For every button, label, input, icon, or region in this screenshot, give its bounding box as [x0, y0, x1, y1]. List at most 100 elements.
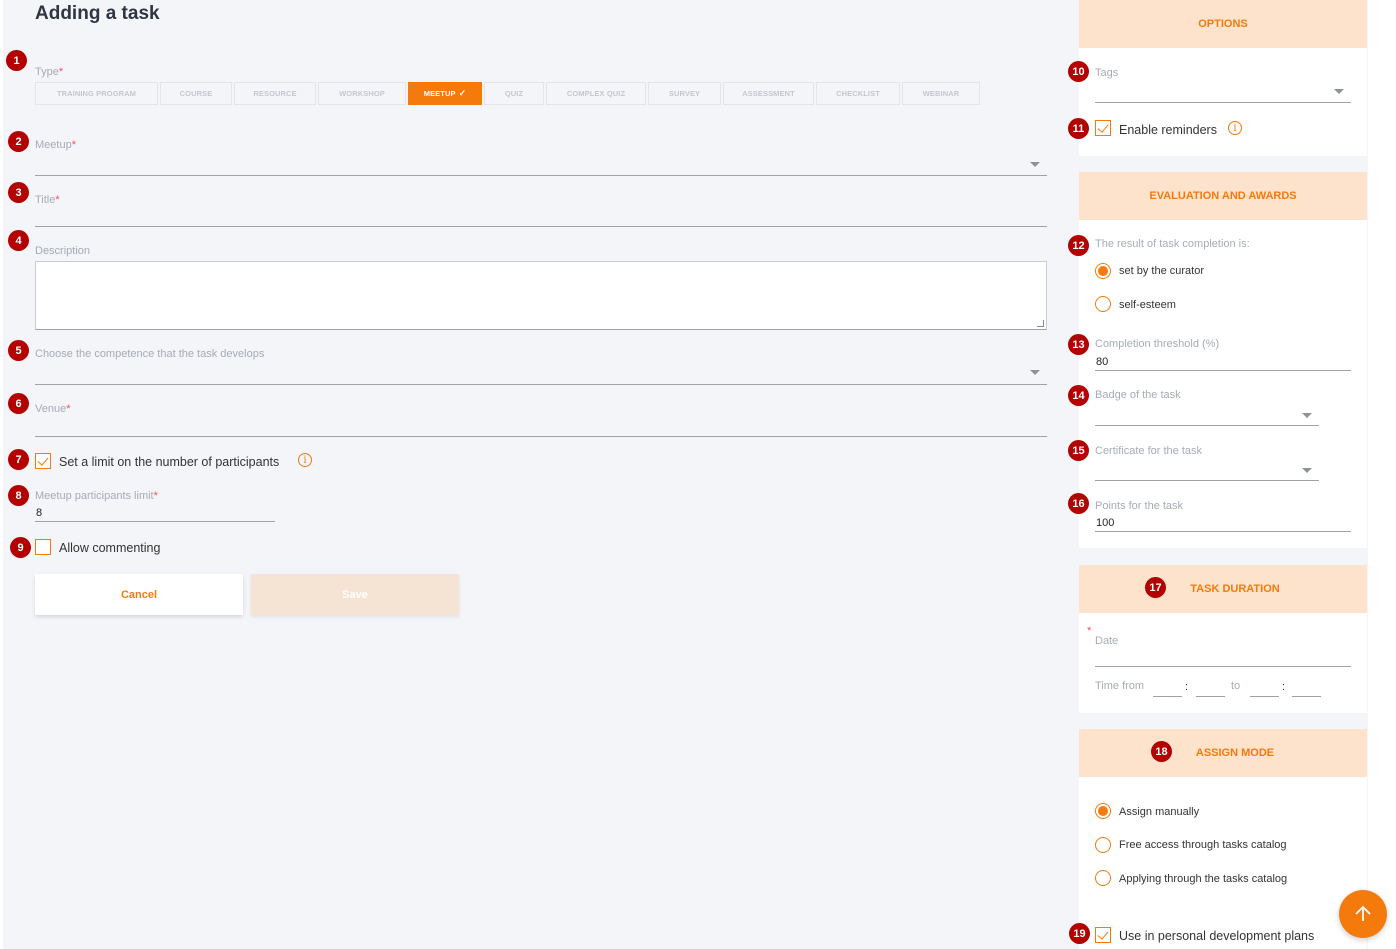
type-assessment[interactable]: ASSESSMENT	[723, 82, 814, 105]
points-underline	[1095, 531, 1351, 532]
allow-commenting-checkbox[interactable]	[35, 539, 51, 555]
date-input[interactable]	[1095, 666, 1351, 667]
marker-7: 7	[8, 449, 29, 470]
certificate-select[interactable]	[1095, 480, 1319, 481]
description-textarea[interactable]	[35, 261, 1047, 330]
save-button[interactable]: Save	[251, 574, 459, 615]
points-input[interactable]: 100	[1096, 517, 1114, 529]
marker-11: 11	[1068, 118, 1089, 139]
date-required-mark: *	[1087, 625, 1092, 637]
assign-applying-radio[interactable]	[1095, 870, 1111, 886]
time-to-minutes[interactable]	[1292, 696, 1321, 697]
info-icon[interactable]: i	[1228, 121, 1242, 135]
pdp-label: Use in personal development plans	[1119, 929, 1315, 943]
time-to-hours[interactable]	[1250, 696, 1279, 697]
marker-13: 13	[1068, 334, 1089, 355]
assign-free-access-label: Free access through tasks catalog	[1119, 839, 1287, 851]
result-curator-radio[interactable]	[1095, 263, 1111, 279]
assign-header: ASSIGN MODE	[1079, 729, 1367, 777]
reminders-label: Enable reminders	[1119, 123, 1217, 137]
result-self-esteem-label: self-esteem	[1119, 299, 1176, 311]
marker-2: 2	[8, 131, 29, 152]
marker-4: 4	[8, 230, 29, 251]
time-separator: :	[1185, 681, 1189, 693]
tags-label: Tags	[1095, 67, 1119, 79]
evaluation-panel	[1079, 172, 1367, 548]
meetup-label: Meetup*	[35, 139, 76, 151]
duration-header: TASK DURATION	[1079, 565, 1367, 613]
marker-3: 3	[8, 182, 29, 203]
title-label: Title*	[35, 194, 60, 206]
marker-19: 19	[1069, 923, 1090, 944]
description-label: Description	[35, 245, 91, 257]
type-survey[interactable]: SURVEY	[648, 82, 721, 105]
marker-16: 16	[1068, 493, 1089, 514]
evaluation-header: EVALUATION AND AWARDS	[1079, 172, 1367, 220]
venue-label: Venue*	[35, 403, 71, 415]
title-input[interactable]	[35, 226, 1047, 227]
info-icon[interactable]: i	[298, 453, 312, 467]
points-label: Points for the task	[1095, 500, 1184, 512]
chevron-down-icon[interactable]	[1030, 162, 1040, 167]
marker-1: 1	[6, 50, 27, 71]
time-from-minutes[interactable]	[1196, 696, 1225, 697]
time-separator: :	[1282, 681, 1286, 693]
resize-handle-icon[interactable]	[1037, 320, 1044, 327]
chevron-down-icon[interactable]	[1030, 370, 1040, 375]
limit-participants-label: Set a limit on the number of participant…	[59, 455, 280, 469]
competence-label: Choose the competence that the task deve…	[35, 348, 265, 360]
certificate-label: Certificate for the task	[1095, 445, 1202, 457]
participants-limit-label: Meetup participants limit*	[35, 490, 158, 502]
type-training-program[interactable]: TRAINING PROGRAM	[35, 82, 158, 105]
page-right-edge	[1368, 0, 1396, 949]
arrow-up-icon	[1355, 905, 1371, 921]
marker-5: 5	[8, 340, 29, 361]
options-header: OPTIONS	[1079, 0, 1367, 48]
marker-6: 6	[8, 393, 29, 414]
chevron-down-icon[interactable]	[1302, 413, 1312, 418]
marker-8: 8	[8, 485, 29, 506]
time-to-label: to	[1231, 680, 1241, 692]
type-quiz[interactable]: QUIZ	[484, 82, 544, 105]
result-label: The result of task completion is:	[1095, 238, 1250, 250]
page-title: Adding a task	[35, 3, 160, 24]
time-from-label: Time from	[1095, 680, 1145, 692]
date-label: Date	[1095, 635, 1119, 647]
type-course[interactable]: COURSE	[160, 82, 232, 105]
marker-15: 15	[1068, 440, 1089, 461]
threshold-input[interactable]: 80	[1096, 356, 1108, 368]
marker-18: 18	[1151, 741, 1172, 762]
badge-select[interactable]	[1095, 425, 1319, 426]
participants-limit-underline	[35, 521, 275, 522]
meetup-select[interactable]	[35, 175, 1047, 176]
type-complex-quiz[interactable]: COMPLEX QUIZ	[546, 82, 646, 105]
time-from-hours[interactable]	[1153, 696, 1182, 697]
assign-manually-radio[interactable]	[1095, 803, 1111, 819]
type-meetup[interactable]: MEETUP ✓	[408, 82, 482, 105]
chevron-down-icon[interactable]	[1302, 468, 1312, 473]
marker-9: 9	[10, 537, 31, 558]
scroll-top-button[interactable]	[1339, 890, 1387, 938]
limit-participants-checkbox[interactable]	[35, 453, 51, 469]
venue-input[interactable]	[35, 436, 1047, 437]
cancel-button[interactable]: Cancel	[35, 574, 243, 615]
type-webinar[interactable]: WEBINAR	[902, 82, 980, 105]
marker-12: 12	[1068, 235, 1089, 256]
reminders-checkbox[interactable]	[1095, 120, 1111, 136]
type-resource[interactable]: RESOURCE	[234, 82, 316, 105]
page-left-edge	[0, 0, 3, 949]
assign-applying-label: Applying through the tasks catalog	[1119, 873, 1288, 885]
type-checklist[interactable]: CHECKLIST	[816, 82, 900, 105]
threshold-underline	[1095, 370, 1351, 371]
marker-10: 10	[1068, 61, 1089, 82]
marker-17: 17	[1145, 577, 1166, 598]
pdp-checkbox[interactable]	[1095, 927, 1111, 943]
type-label: Type*	[35, 66, 64, 78]
assign-free-access-radio[interactable]	[1095, 837, 1111, 853]
type-workshop[interactable]: WORKSHOP	[318, 82, 406, 105]
tags-select[interactable]	[1095, 102, 1351, 103]
chevron-down-icon[interactable]	[1334, 89, 1344, 94]
participants-limit-input[interactable]: 8	[36, 507, 42, 519]
competence-select[interactable]	[35, 384, 1047, 385]
result-self-esteem-radio[interactable]	[1095, 296, 1111, 312]
